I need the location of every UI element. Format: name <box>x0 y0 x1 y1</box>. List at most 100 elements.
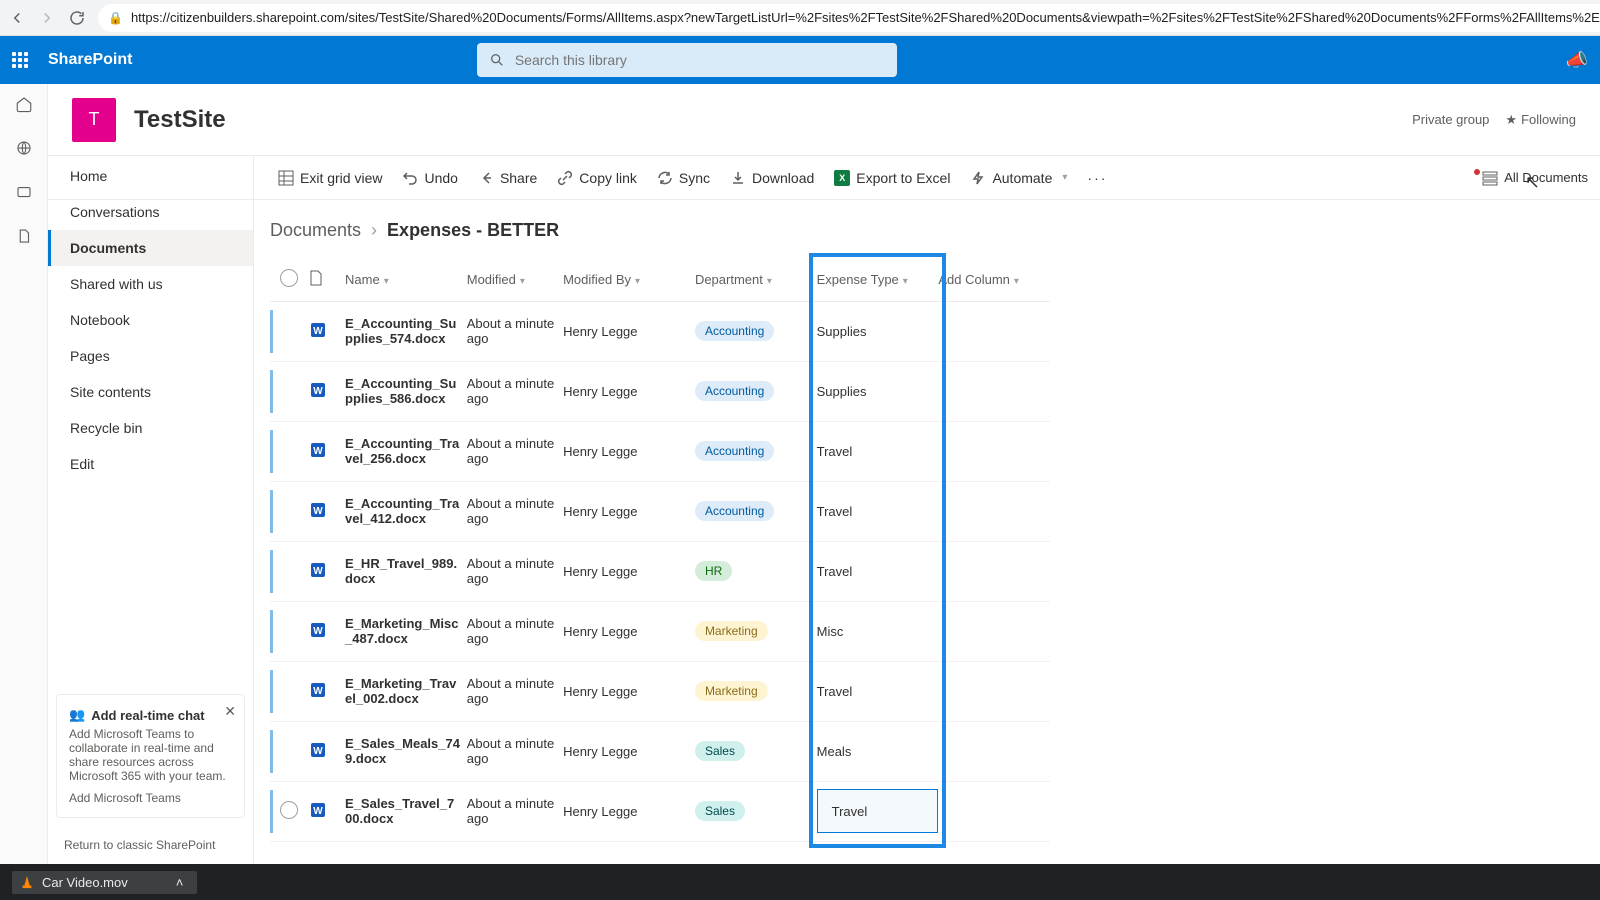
nav-item[interactable]: Notebook <box>48 302 253 338</box>
department-pill[interactable]: Accounting <box>695 501 774 521</box>
chevron-up-icon[interactable]: ˄ <box>176 875 184 890</box>
table-row[interactable]: W E_Accounting_Supplies_574.docx About a… <box>270 301 1050 361</box>
expense-type-value[interactable]: Travel <box>817 541 939 601</box>
modified-by-value[interactable]: Henry Legge <box>563 721 695 781</box>
file-name[interactable]: E_Marketing_Misc_487.docx <box>345 601 467 661</box>
type-icon-header[interactable] <box>309 259 346 301</box>
classic-link[interactable]: Return to classic SharePoint <box>64 838 215 852</box>
download-button[interactable]: Download <box>730 170 814 186</box>
table-row[interactable]: W E_Accounting_Travel_256.docx About a m… <box>270 421 1050 481</box>
nav-item[interactable]: Edit <box>48 446 253 482</box>
department-pill[interactable]: Marketing <box>695 681 768 701</box>
file-name[interactable]: E_HR_Travel_989.docx <box>345 541 467 601</box>
files-icon[interactable] <box>14 226 34 246</box>
url-text: https://citizenbuilders.sharepoint.com/s… <box>131 10 1600 25</box>
expense-type-value[interactable]: Travel <box>817 661 939 721</box>
follow-button[interactable]: ★Following <box>1505 112 1576 128</box>
col-modified-by[interactable]: Modified By▾ <box>563 259 695 301</box>
site-logo[interactable]: T <box>72 98 116 142</box>
close-icon[interactable]: ✕ <box>224 703 236 720</box>
automate-button[interactable]: Automate▾ <box>970 170 1067 186</box>
department-pill[interactable]: Accounting <box>695 321 774 341</box>
modified-by-value[interactable]: Henry Legge <box>563 781 695 841</box>
file-name[interactable]: E_Sales_Meals_749.docx <box>345 721 467 781</box>
modified-by-value[interactable]: Henry Legge <box>563 541 695 601</box>
file-name[interactable]: E_Accounting_Travel_412.docx <box>345 481 467 541</box>
add-teams-link[interactable]: Add Microsoft Teams <box>69 791 232 805</box>
col-expense-type[interactable]: Expense Type▾ <box>817 259 939 301</box>
table-row[interactable]: W E_Sales_Meals_749.docx About a minute … <box>270 721 1050 781</box>
table-row[interactable]: W E_Accounting_Travel_412.docx About a m… <box>270 481 1050 541</box>
globe-icon[interactable] <box>14 138 34 158</box>
file-name[interactable]: E_Accounting_Supplies_586.docx <box>345 361 467 421</box>
row-selector[interactable] <box>280 801 298 819</box>
modified-value: About a minute ago <box>467 601 563 661</box>
megaphone-icon[interactable]: 📣 <box>1566 50 1588 71</box>
table-row[interactable]: W E_Sales_Travel_700.docx About a minute… <box>270 781 1050 841</box>
department-pill[interactable]: Accounting <box>695 381 774 401</box>
file-name[interactable]: E_Marketing_Travel_002.docx <box>345 661 467 721</box>
add-column[interactable]: Add Column▾ <box>938 259 1050 301</box>
taskbar-item[interactable]: Car Video.mov ˄ <box>12 871 197 894</box>
copy-link-button[interactable]: Copy link <box>557 170 637 186</box>
department-pill[interactable]: Sales <box>695 741 745 761</box>
expense-type-value[interactable]: Travel <box>817 421 939 481</box>
breadcrumb-root[interactable]: Documents <box>270 220 361 241</box>
export-excel-button[interactable]: XExport to Excel <box>834 170 950 186</box>
modified-by-value[interactable]: Henry Legge <box>563 421 695 481</box>
breadcrumb: Documents › Expenses - BETTER <box>270 220 1576 241</box>
home-icon[interactable] <box>14 94 34 114</box>
share-button[interactable]: Share <box>478 170 537 186</box>
file-name[interactable]: E_Accounting_Supplies_574.docx <box>345 301 467 361</box>
reload-button[interactable] <box>68 8 86 28</box>
nav-item[interactable]: Documents <box>48 230 253 266</box>
modified-by-value[interactable]: Henry Legge <box>563 361 695 421</box>
modified-by-value[interactable]: Henry Legge <box>563 481 695 541</box>
sync-button[interactable]: Sync <box>657 170 710 186</box>
table-row[interactable]: W E_Accounting_Supplies_586.docx About a… <box>270 361 1050 421</box>
undo-button[interactable]: Undo <box>402 170 457 186</box>
modified-by-value[interactable]: Henry Legge <box>563 601 695 661</box>
modified-by-value[interactable]: Henry Legge <box>563 301 695 361</box>
department-pill[interactable]: Accounting <box>695 441 774 461</box>
forward-button[interactable] <box>38 8 56 28</box>
table-row[interactable]: W E_HR_Travel_989.docx About a minute ag… <box>270 541 1050 601</box>
nav-item[interactable]: Shared with us <box>48 266 253 302</box>
expense-type-value[interactable]: Meals <box>817 721 939 781</box>
nav-item[interactable]: Recycle bin <box>48 410 253 446</box>
department-pill[interactable]: Marketing <box>695 621 768 641</box>
site-header: T TestSite Private group ★Following <box>48 84 1600 156</box>
news-icon[interactable] <box>14 182 34 202</box>
site-title[interactable]: TestSite <box>134 106 226 134</box>
col-department[interactable]: Department▾ <box>695 259 817 301</box>
modified-value: About a minute ago <box>467 361 563 421</box>
exit-grid-button[interactable]: Exit grid view <box>278 170 382 186</box>
col-modified[interactable]: Modified▾ <box>467 259 563 301</box>
search-input[interactable] <box>515 52 885 68</box>
nav-item[interactable]: Site contents <box>48 374 253 410</box>
brand-label[interactable]: SharePoint <box>48 51 132 69</box>
file-name[interactable]: E_Sales_Travel_700.docx <box>345 781 467 841</box>
table-row[interactable]: W E_Marketing_Misc_487.docx About a minu… <box>270 601 1050 661</box>
os-taskbar: Car Video.mov ˄ <box>0 864 1600 900</box>
file-name[interactable]: E_Accounting_Travel_256.docx <box>345 421 467 481</box>
department-pill[interactable]: Sales <box>695 801 745 821</box>
address-bar[interactable]: 🔒 https://citizenbuilders.sharepoint.com… <box>98 4 1600 32</box>
select-all[interactable] <box>270 259 309 301</box>
cell-editing[interactable]: Travel <box>817 789 939 833</box>
view-switcher[interactable]: All Documents ↖ <box>1470 170 1588 186</box>
modified-by-value[interactable]: Henry Legge <box>563 661 695 721</box>
nav-item[interactable]: Pages <box>48 338 253 374</box>
department-pill[interactable]: HR <box>695 561 732 581</box>
table-row[interactable]: W E_Marketing_Travel_002.docx About a mi… <box>270 661 1050 721</box>
back-button[interactable] <box>8 8 26 28</box>
expense-type-value[interactable]: Supplies <box>817 301 939 361</box>
expense-type-value[interactable]: Misc <box>817 601 939 661</box>
expense-type-value[interactable]: Travel <box>817 481 939 541</box>
expense-type-value[interactable]: Travel <box>817 781 939 841</box>
col-name[interactable]: Name▾ <box>345 259 467 301</box>
search-box[interactable] <box>477 43 897 77</box>
expense-type-value[interactable]: Supplies <box>817 361 939 421</box>
app-launcher-icon[interactable] <box>12 52 28 68</box>
more-button[interactable]: ··· <box>1087 170 1107 186</box>
